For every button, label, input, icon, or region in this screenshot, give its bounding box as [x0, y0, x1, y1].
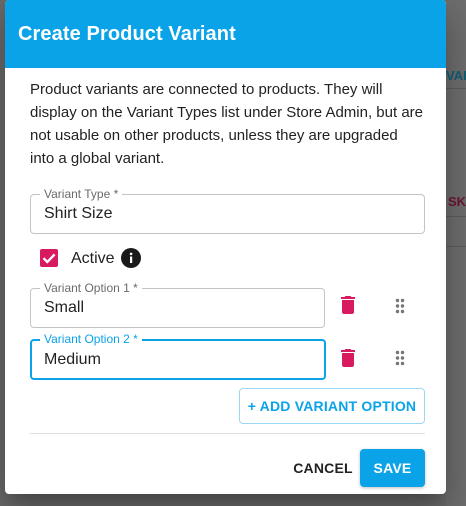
dialog-actions-divider [30, 433, 425, 434]
variant-type-field[interactable]: Variant Type * [30, 187, 425, 234]
variant-option-1-input[interactable] [44, 289, 314, 327]
drag-handle-icon[interactable] [388, 346, 412, 370]
drag-handle-icon[interactable] [388, 294, 412, 318]
create-variant-dialog: Create Product Variant Product variants … [5, 0, 446, 494]
active-checkbox[interactable] [40, 249, 58, 267]
cancel-button[interactable]: CANCEL [290, 450, 356, 486]
save-button[interactable]: SAVE [360, 449, 425, 487]
active-label: Active [71, 250, 115, 267]
dialog-header: Create Product Variant [5, 0, 446, 68]
trash-icon[interactable] [336, 346, 360, 370]
background-column-fragment: VAI [446, 68, 466, 83]
trash-icon[interactable] [336, 293, 360, 317]
background-divider [446, 246, 466, 247]
info-icon[interactable] [121, 248, 141, 268]
variant-option-1-field[interactable]: Variant Option 1 * [30, 281, 325, 328]
variant-type-input[interactable] [44, 195, 414, 233]
variant-option-2-input[interactable] [44, 341, 314, 378]
background-column-fragment: SKI [448, 194, 466, 209]
background-divider [446, 88, 466, 89]
dialog-title: Create Product Variant [18, 23, 236, 45]
background-divider [446, 216, 466, 217]
variant-option-2-field[interactable]: Variant Option 2 * [30, 332, 326, 380]
add-variant-option-button[interactable]: + ADD VARIANT OPTION [239, 388, 425, 424]
check-icon [42, 253, 56, 264]
dialog-description: Product variants are connected to produc… [30, 81, 424, 167]
